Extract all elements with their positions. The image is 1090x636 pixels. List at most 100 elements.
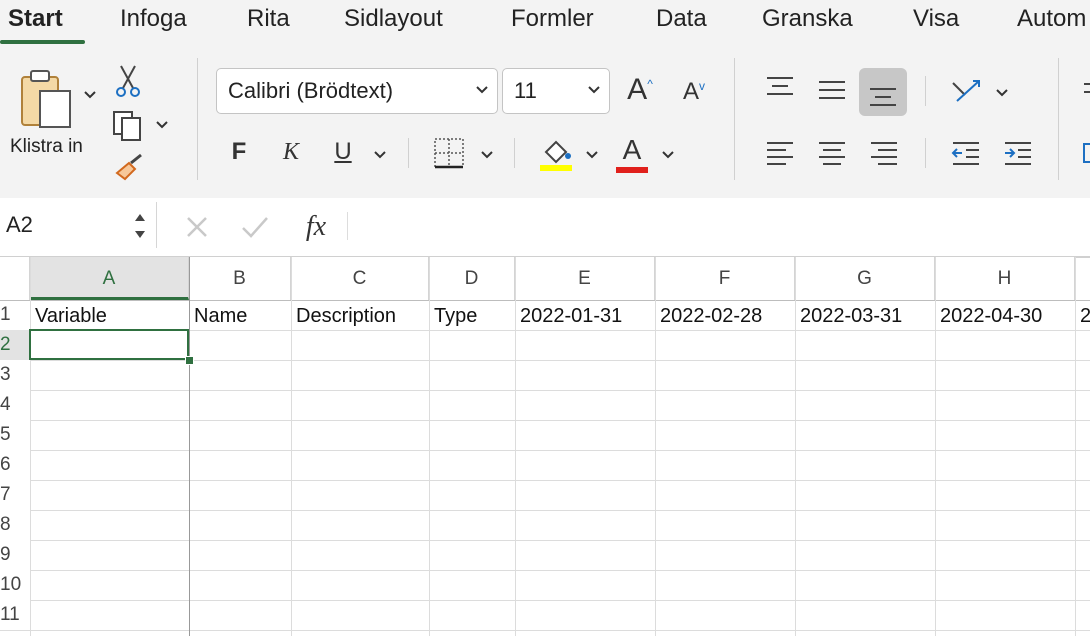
font-color-chevron-icon[interactable]: [661, 150, 675, 160]
cell-b1[interactable]: Name: [189, 300, 291, 330]
cut-button[interactable]: [114, 64, 142, 98]
row-header-6[interactable]: 6: [0, 450, 30, 480]
increase-font-size-button[interactable]: A^: [620, 70, 660, 110]
formula-input[interactable]: [356, 202, 1086, 248]
formula-bar: A2 fx: [0, 198, 1090, 257]
cell-h1[interactable]: 2022-04-30: [935, 300, 1075, 330]
separator: [347, 212, 348, 240]
font-color-letter: A: [622, 133, 642, 165]
tab-visa[interactable]: Visa: [913, 5, 959, 33]
column-header-g[interactable]: G: [795, 257, 935, 300]
row-header-8[interactable]: 8: [0, 510, 30, 540]
column-header-e[interactable]: E: [515, 257, 655, 300]
font-name-dropdown[interactable]: Calibri (Brödtext): [216, 68, 498, 114]
cell-d1[interactable]: Type: [429, 300, 515, 330]
underline-chevron-icon[interactable]: [373, 150, 387, 160]
column-header-a[interactable]: A: [30, 257, 189, 300]
ribbon-tab-bar: Start Infoga Rita Sidlayout Formler Data…: [0, 0, 1090, 46]
selected-cell-a2[interactable]: [29, 329, 189, 360]
text-orientation-icon: [952, 80, 980, 102]
align-bottom-icon: [870, 88, 896, 106]
cell-a1[interactable]: Variable: [30, 300, 189, 330]
tab-rita[interactable]: Rita: [247, 5, 290, 33]
borders-button[interactable]: [432, 136, 466, 170]
wrap-text-icon: [1084, 83, 1090, 93]
separator: [408, 138, 409, 168]
confirm-entry-button[interactable]: [238, 210, 272, 244]
row-gridline: [0, 600, 1090, 601]
fill-handle[interactable]: [185, 356, 194, 365]
copy-icon: [113, 111, 141, 141]
italic-button[interactable]: K: [276, 134, 306, 170]
separator: [734, 58, 735, 180]
tab-infoga[interactable]: Infoga: [120, 5, 187, 33]
fill-color-button[interactable]: [538, 134, 574, 174]
separator: [514, 138, 515, 168]
tab-data[interactable]: Data: [656, 5, 707, 33]
row-header-3[interactable]: 3: [0, 360, 30, 390]
row-header-2[interactable]: 2: [0, 330, 30, 360]
column-header-d[interactable]: D: [429, 257, 515, 300]
row-header-7[interactable]: 7: [0, 480, 30, 510]
paste-label: Klistra in: [10, 136, 83, 157]
name-box-stepper-icon[interactable]: [132, 210, 148, 242]
orientation-button[interactable]: [946, 72, 986, 108]
row-header-4[interactable]: 4: [0, 390, 30, 420]
copy-chevron-icon[interactable]: [155, 120, 169, 130]
font-size-dropdown[interactable]: 11: [502, 68, 610, 114]
row-header-10[interactable]: 10: [0, 570, 30, 600]
underline-button[interactable]: U: [328, 134, 358, 170]
row-gridline: [0, 480, 1090, 481]
row-header-9[interactable]: 9: [0, 540, 30, 570]
row-header-11[interactable]: 11: [0, 600, 30, 630]
align-center-icon: [819, 142, 845, 165]
column-header-f[interactable]: F: [655, 257, 795, 300]
cell-g1[interactable]: 2022-03-31: [795, 300, 935, 330]
active-tab-indicator: [0, 40, 85, 44]
cell-e1[interactable]: 2022-01-31: [515, 300, 655, 330]
format-painter-button[interactable]: [112, 150, 146, 184]
align-center-button[interactable]: [814, 138, 850, 168]
align-bottom-button[interactable]: [859, 68, 907, 116]
cell-c1[interactable]: Description: [291, 300, 429, 330]
column-header-c[interactable]: C: [291, 257, 429, 300]
cell-i1[interactable]: 2: [1075, 300, 1090, 330]
separator: [925, 76, 926, 106]
column-header-h[interactable]: H: [935, 257, 1075, 300]
cancel-entry-button[interactable]: [180, 210, 214, 244]
font-color-swatch: [616, 166, 648, 173]
name-box[interactable]: A2: [0, 202, 157, 248]
bold-button[interactable]: F: [224, 134, 254, 170]
fill-color-chevron-icon[interactable]: [585, 150, 599, 160]
align-right-button[interactable]: [866, 138, 902, 168]
decrease-font-size-button[interactable]: Av: [676, 74, 712, 110]
paste-chevron-icon[interactable]: [83, 90, 97, 100]
decrease-indent-button[interactable]: [948, 138, 984, 168]
insert-function-button[interactable]: fx: [296, 208, 336, 246]
tab-sidlayout[interactable]: Sidlayout: [344, 5, 443, 33]
align-top-button[interactable]: [762, 72, 798, 102]
paintbrush-icon: [115, 153, 142, 181]
wrap-text-button[interactable]: [1078, 76, 1090, 106]
merge-center-button[interactable]: [1080, 138, 1090, 168]
chevron-down-icon: [476, 86, 488, 94]
orientation-chevron-icon[interactable]: [995, 88, 1009, 98]
column-header-b[interactable]: B: [189, 257, 291, 300]
tab-formler[interactable]: Formler: [511, 5, 594, 33]
font-name-value: Calibri (Brödtext): [228, 78, 394, 103]
tab-start[interactable]: Start: [8, 5, 63, 33]
increase-indent-button[interactable]: [1000, 138, 1036, 168]
tab-granska[interactable]: Granska: [762, 5, 853, 33]
row-header-5[interactable]: 5: [0, 420, 30, 450]
row-gridline: [0, 420, 1090, 421]
cell-f1[interactable]: 2022-02-28: [655, 300, 795, 330]
align-middle-button[interactable]: [814, 76, 850, 106]
paste-button[interactable]: [14, 66, 80, 132]
row-header-1[interactable]: 1: [0, 300, 30, 330]
select-all-corner[interactable]: [0, 257, 30, 300]
align-left-button[interactable]: [762, 138, 798, 168]
copy-button[interactable]: [110, 108, 146, 142]
borders-chevron-icon[interactable]: [480, 150, 494, 160]
font-color-button[interactable]: A: [614, 134, 650, 174]
tab-automatisera[interactable]: Autom: [1017, 5, 1086, 33]
